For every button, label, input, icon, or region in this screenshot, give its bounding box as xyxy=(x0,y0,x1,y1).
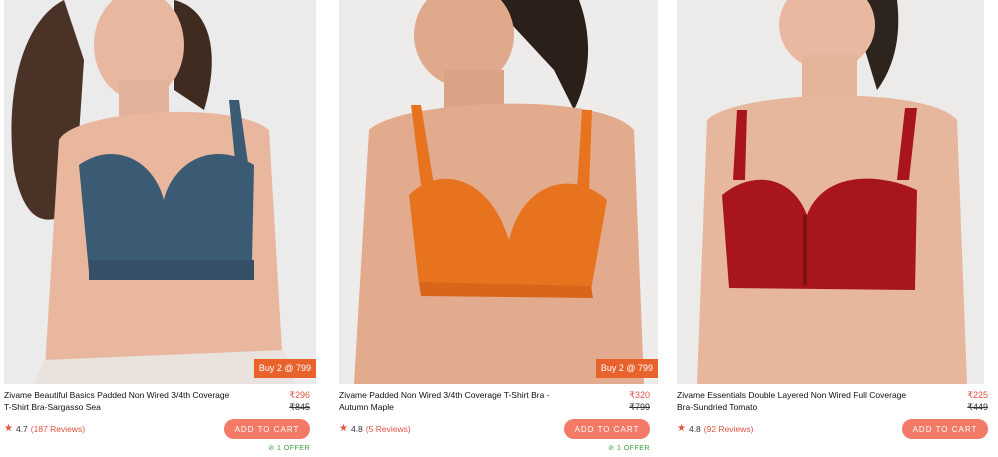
product-name[interactable]: Zivame Beautiful Basics Padded Non Wired… xyxy=(4,389,236,413)
product-name[interactable]: Zivame Padded Non Wired 3/4th Coverage T… xyxy=(339,389,571,413)
selling-price: ₹296 xyxy=(289,390,310,400)
product-image[interactable]: Buy 2 @ 799 xyxy=(339,0,658,384)
mrp-price: ₹799 xyxy=(629,402,650,412)
star-icon: ★ xyxy=(4,423,13,434)
price-block: ₹296 ₹845 xyxy=(289,389,310,413)
price-block: ₹225 ₹449 xyxy=(967,389,988,413)
offer-tag: Buy 2 @ 799 xyxy=(595,359,658,378)
rating: ★ 4.8 (5 Reviews) xyxy=(339,423,411,434)
selling-price: ₹225 xyxy=(967,390,988,400)
model-photo-sargasso xyxy=(4,0,316,384)
price-block: ₹320 ₹799 xyxy=(629,389,650,413)
product-name[interactable]: Zivame Essentials Double Layered Non Wir… xyxy=(677,389,909,413)
product-card[interactable]: Zivame Essentials Double Layered Non Wir… xyxy=(673,0,998,457)
add-to-cart-button[interactable]: ADD TO CART xyxy=(902,419,988,439)
rating-value: 4.8 xyxy=(688,423,701,434)
reviews-link[interactable]: (5 Reviews) xyxy=(366,424,411,434)
product-card[interactable]: Buy 2 @ 799 Zivame Beautiful Basics Padd… xyxy=(0,0,320,457)
model-photo-sundried-tomato xyxy=(677,0,984,384)
offer-count[interactable]: ⊘ 1 OFFER xyxy=(268,444,310,452)
mrp-price: ₹449 xyxy=(967,402,988,412)
tag-icon: ⊘ xyxy=(608,445,615,452)
model-photo-autumn-maple xyxy=(339,0,658,384)
product-card[interactable]: Buy 2 @ 799 Zivame Padded Non Wired 3/4t… xyxy=(335,0,660,457)
offer-count[interactable]: ⊘ 1 OFFER xyxy=(608,444,650,452)
star-icon: ★ xyxy=(677,423,686,434)
product-grid: Buy 2 @ 799 Zivame Beautiful Basics Padd… xyxy=(0,0,998,457)
offer-count-label: 1 OFFER xyxy=(616,445,650,452)
rating-value: 4.7 xyxy=(15,423,28,434)
reviews-link[interactable]: (187 Reviews) xyxy=(31,424,85,434)
add-to-cart-button[interactable]: ADD TO CART xyxy=(224,419,310,439)
offer-tag: Buy 2 @ 799 xyxy=(253,359,316,378)
star-icon: ★ xyxy=(339,423,348,434)
selling-price: ₹320 xyxy=(629,390,650,400)
product-image[interactable] xyxy=(677,0,984,384)
rating: ★ 4.7 (187 Reviews) xyxy=(4,423,85,434)
reviews-link[interactable]: (92 Reviews) xyxy=(704,424,754,434)
tag-icon: ⊘ xyxy=(268,445,275,452)
product-image[interactable]: Buy 2 @ 799 xyxy=(4,0,316,384)
offer-count-label: 1 OFFER xyxy=(276,445,310,452)
mrp-price: ₹845 xyxy=(289,402,310,412)
rating: ★ 4.8 (92 Reviews) xyxy=(677,423,753,434)
add-to-cart-button[interactable]: ADD TO CART xyxy=(564,419,650,439)
rating-value: 4.8 xyxy=(350,423,363,434)
